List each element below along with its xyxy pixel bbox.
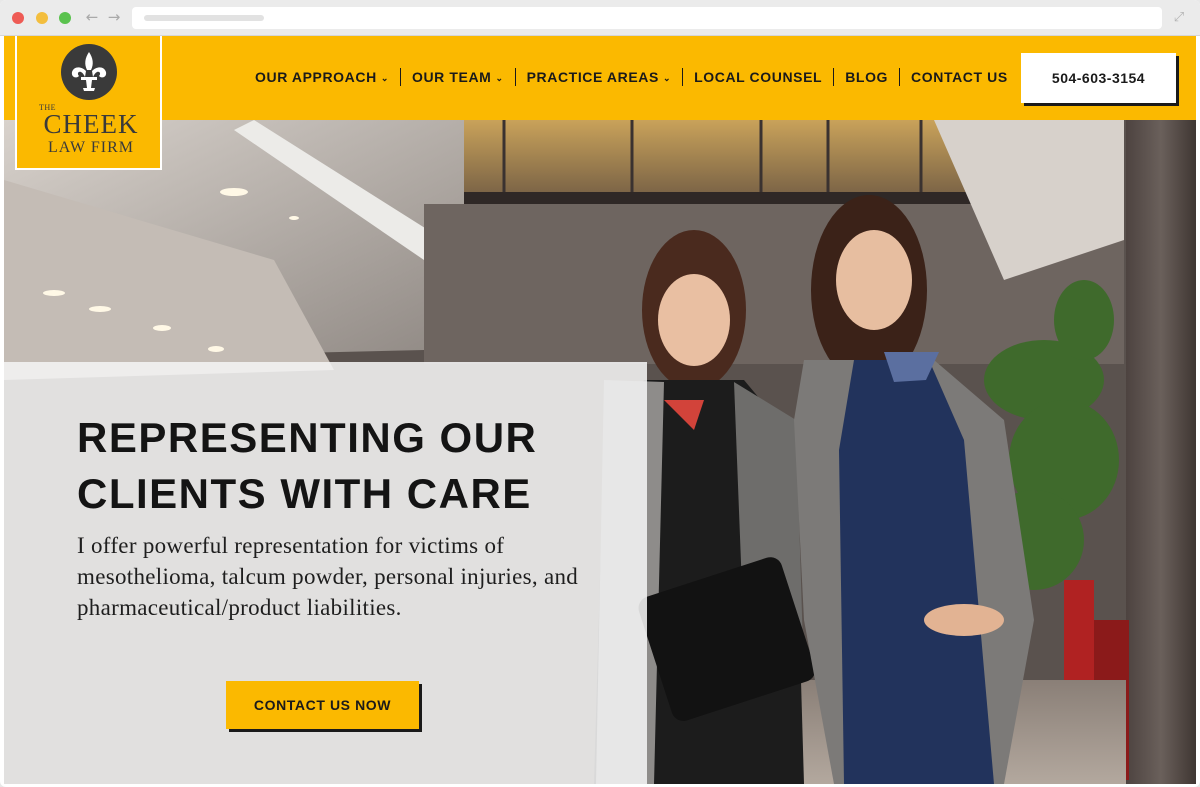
chevron-down-icon: ⌄ [495, 73, 504, 83]
contact-us-now-button[interactable]: CONTACT US NOW [226, 681, 419, 729]
chevron-down-icon: ⌄ [380, 73, 389, 83]
forward-arrow-icon[interactable]: → [104, 7, 124, 27]
url-text [144, 15, 264, 21]
back-arrow-icon[interactable]: ← [82, 7, 102, 27]
nav-our-approach[interactable]: OUR APPROACH ⌄ [244, 68, 400, 86]
hero-section: REPRESENTING OUR CLIENTS WITH CARE I off… [4, 120, 1196, 784]
logo-name: CHEEK [43, 109, 139, 139]
address-bar[interactable] [132, 7, 1162, 29]
maximize-window-button[interactable] [59, 12, 71, 24]
hero-description: I offer powerful representation for vict… [77, 533, 579, 620]
logo-subtitle: LAW FIRM [48, 139, 134, 156]
browser-toolbar: ← → ⤢ [0, 0, 1200, 36]
minimize-window-button[interactable] [36, 12, 48, 24]
nav-local-counsel[interactable]: LOCAL COUNSEL [682, 68, 833, 86]
site-header: THE CHEEK LAW FIRM OUR APPROACH ⌄ OUR TEA… [4, 36, 1196, 170]
browser-window: ← → ⤢ THE CHEEK LAW FIRM OUR APPROACH ⌄ … [0, 0, 1200, 787]
nav-contact-us[interactable]: CONTACT US [899, 68, 1019, 86]
nav-label: OUR TEAM [411, 69, 492, 85]
main-navigation: OUR APPROACH ⌄ OUR TEAM ⌄ PRACTICE AREAS ⌄ … [244, 64, 1019, 90]
nav-blog[interactable]: BLOG [833, 68, 899, 86]
hero-title: REPRESENTING OUR CLIENTS WITH CARE [77, 414, 538, 517]
site-logo[interactable]: THE CHEEK LAW FIRM [15, 36, 162, 170]
expand-icon[interactable]: ⤢ [1172, 8, 1186, 28]
phone-button[interactable]: 504-603-3154 [1021, 53, 1176, 103]
nav-practice-areas[interactable]: PRACTICE AREAS ⌄ [514, 68, 683, 86]
fleur-de-lis-icon [61, 44, 117, 100]
nav-our-team[interactable]: OUR TEAM ⌄ [399, 68, 515, 86]
nav-label: OUR APPROACH [255, 69, 377, 85]
close-window-button[interactable] [12, 12, 24, 24]
hero-text-panel: REPRESENTING OUR CLIENTS WITH CARE I off… [4, 362, 647, 784]
chevron-down-icon: ⌄ [662, 73, 672, 83]
nav-label: PRACTICE AREAS [526, 69, 659, 85]
